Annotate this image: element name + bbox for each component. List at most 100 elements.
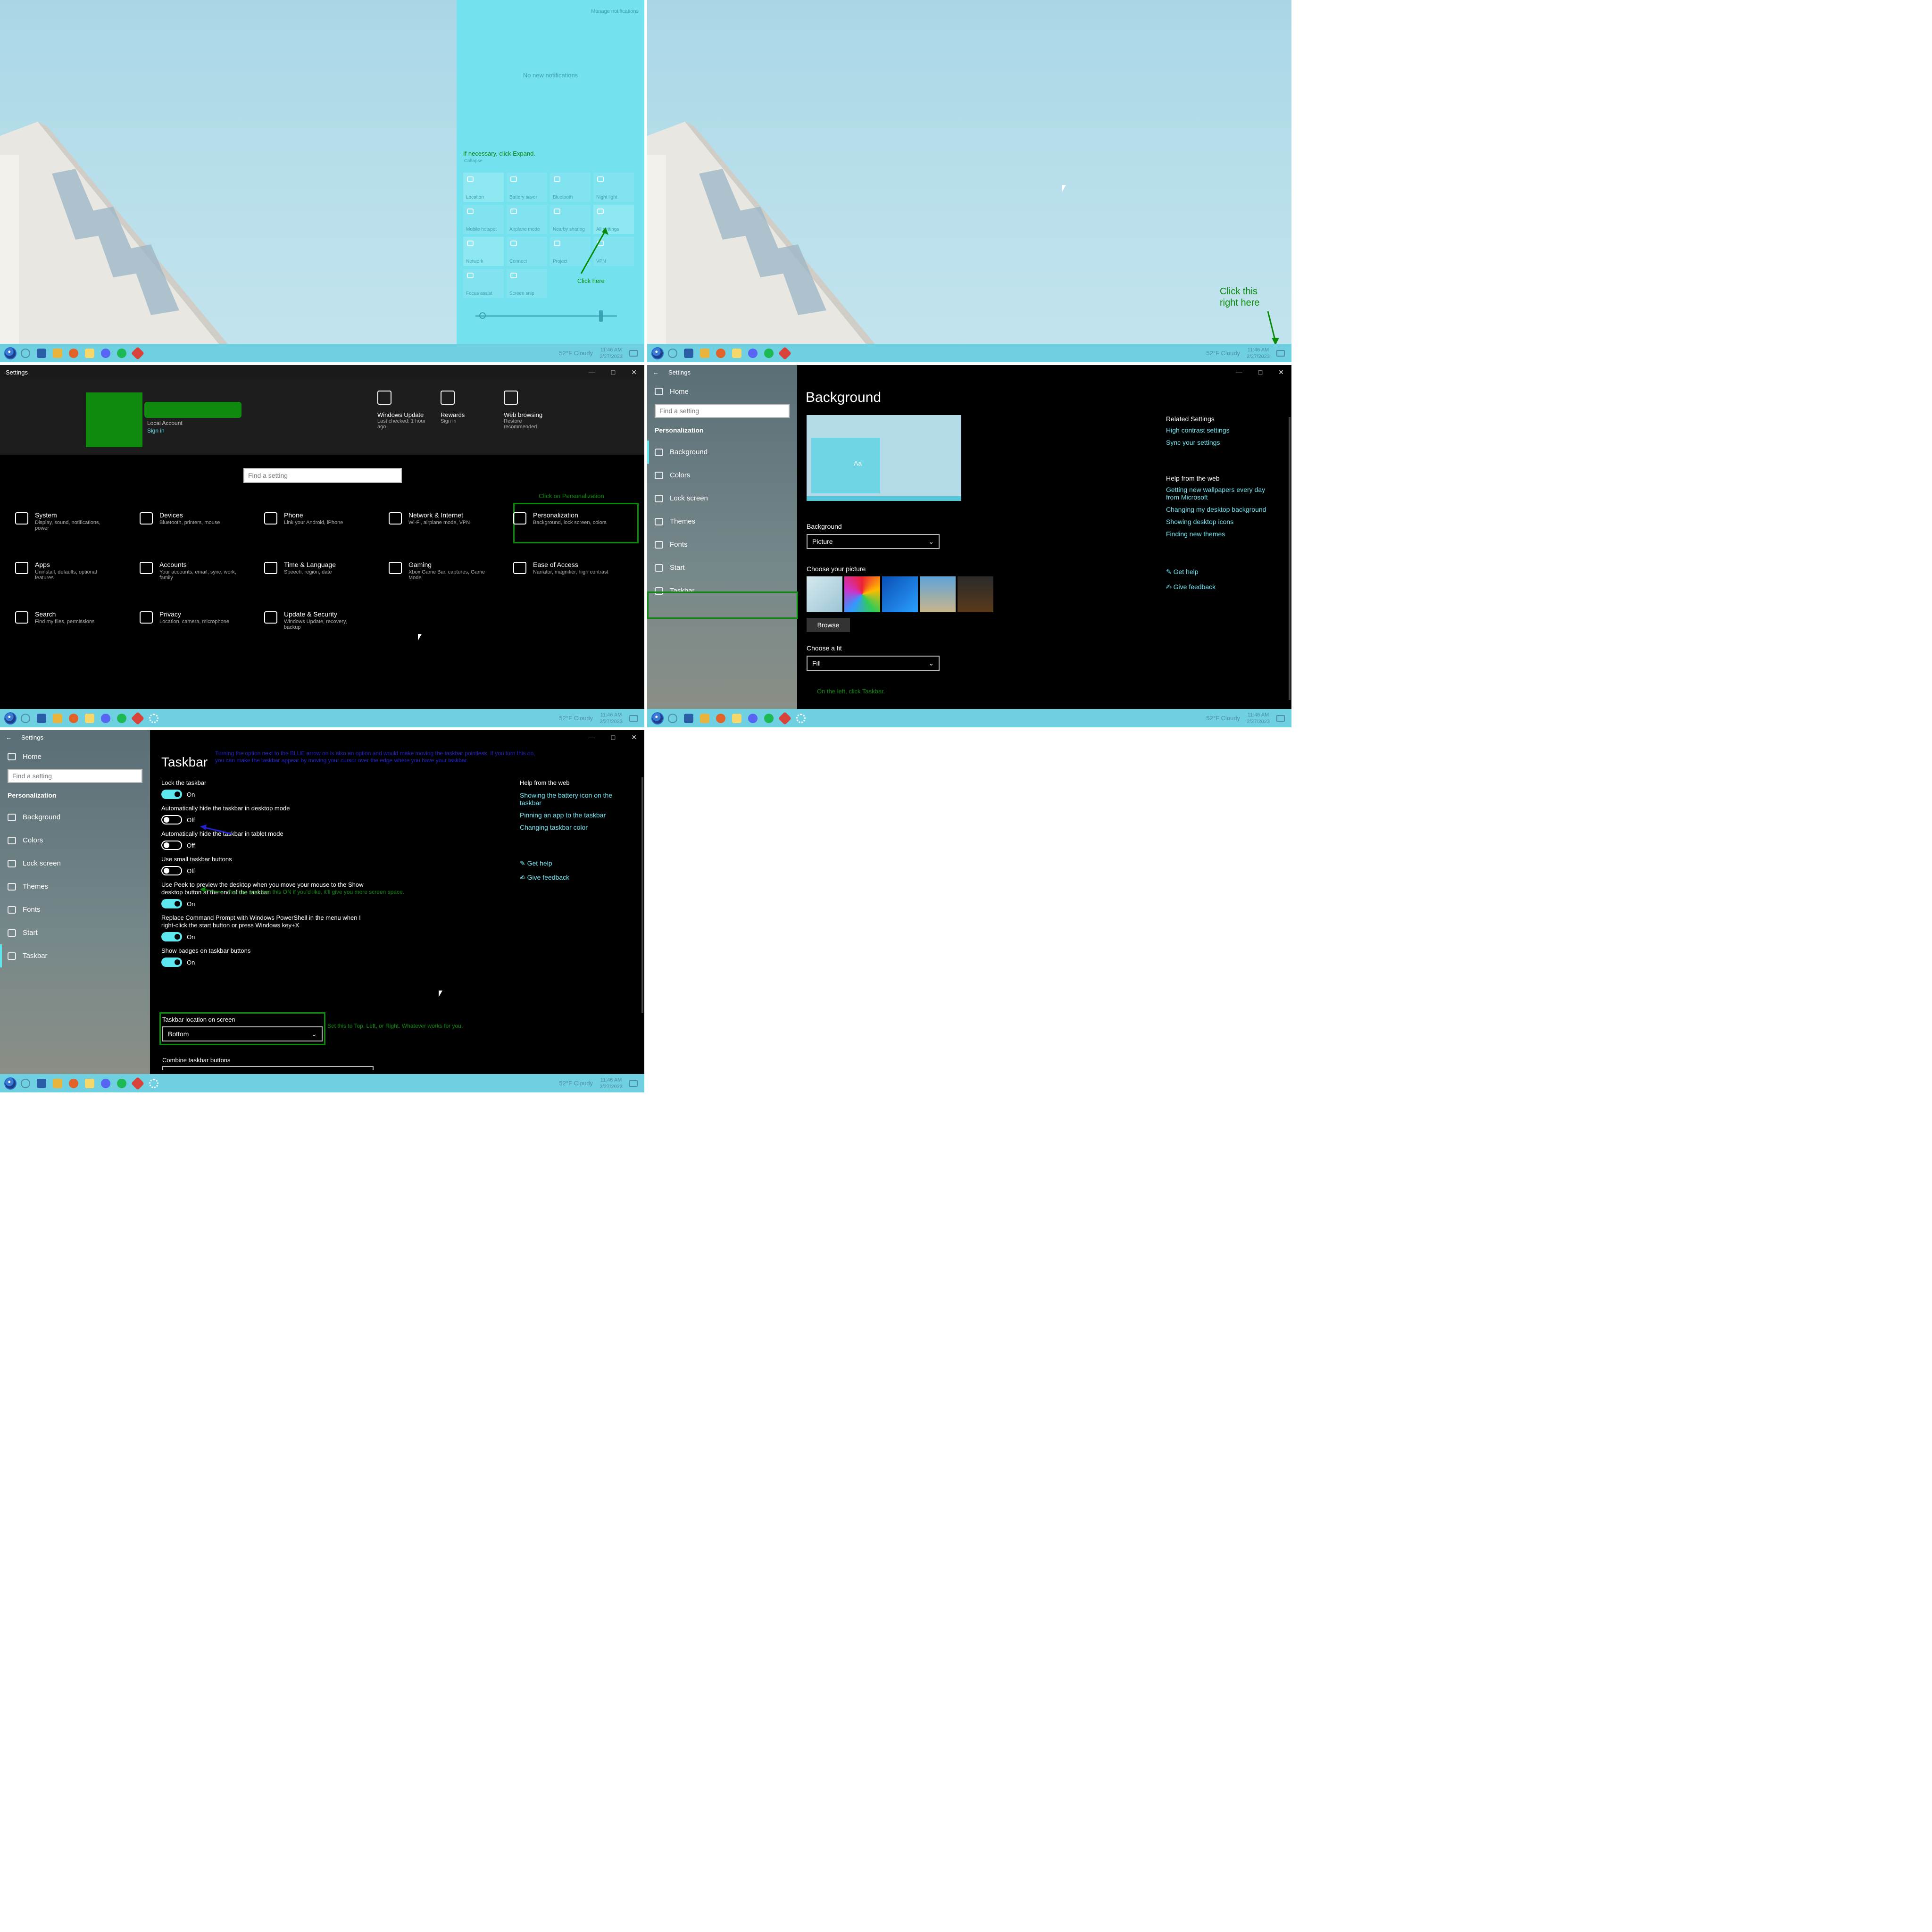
help-link[interactable]: Finding new themes bbox=[1166, 530, 1277, 538]
thumbnail-colorful[interactable] bbox=[844, 576, 880, 612]
settings-gear-icon[interactable] bbox=[149, 1078, 158, 1088]
spotify-icon[interactable] bbox=[117, 713, 126, 723]
weather-widget[interactable]: 52°F Cloudy bbox=[1206, 715, 1240, 722]
fit-dropdown[interactable]: Fill ⌄ bbox=[807, 656, 940, 671]
category-item[interactable]: Gaming Xbox Game Bar, captures, Game Mode bbox=[386, 556, 510, 606]
clock[interactable]: 11:46 AM 2/27/2023 bbox=[600, 712, 623, 725]
clock[interactable]: 11:46 AM 2/27/2023 bbox=[1247, 712, 1270, 725]
quick-action-tile[interactable]: Screen snip bbox=[507, 269, 547, 298]
search-icon[interactable] bbox=[21, 348, 30, 358]
toggle-switch[interactable] bbox=[161, 866, 182, 875]
notification-icon[interactable] bbox=[1276, 350, 1285, 357]
notepad-icon[interactable] bbox=[85, 1078, 94, 1088]
search-input[interactable]: Find a setting bbox=[655, 404, 790, 418]
toggle-switch[interactable] bbox=[161, 841, 182, 850]
search-input[interactable]: Find a setting bbox=[8, 769, 142, 783]
clock[interactable]: 11:46 AM 2/27/2023 bbox=[600, 1077, 623, 1090]
discord-icon[interactable] bbox=[101, 713, 110, 723]
close-icon[interactable]: ✕ bbox=[1278, 368, 1284, 376]
toggle-switch[interactable] bbox=[161, 899, 182, 908]
header-item[interactable]: Web browsing Restore recommended bbox=[504, 391, 560, 430]
notification-icon[interactable] bbox=[629, 350, 638, 357]
notepad-icon[interactable] bbox=[732, 713, 741, 723]
search-icon[interactable] bbox=[668, 713, 677, 723]
start-button[interactable] bbox=[0, 709, 21, 727]
category-item[interactable]: Phone Link your Android, iPhone bbox=[261, 507, 386, 556]
task-view-icon[interactable] bbox=[37, 713, 46, 723]
help-link[interactable]: Sync your settings bbox=[1166, 439, 1277, 446]
quick-action-tile[interactable]: Battery saver bbox=[507, 173, 547, 202]
discord-icon[interactable] bbox=[748, 713, 758, 723]
minimize-icon[interactable]: — bbox=[589, 733, 595, 741]
firefox-icon[interactable] bbox=[69, 1078, 78, 1088]
header-item[interactable]: Windows Update Last checked: 1 hour ago bbox=[377, 391, 434, 430]
maximize-icon[interactable]: □ bbox=[1258, 368, 1262, 376]
thumbnail-lake[interactable] bbox=[920, 576, 956, 612]
settings-gear-icon[interactable] bbox=[796, 713, 806, 723]
thumbnail-dark[interactable] bbox=[958, 576, 993, 612]
toggle-switch[interactable] bbox=[161, 932, 182, 941]
sidebar-item-colors[interactable]: Colors bbox=[0, 829, 150, 852]
close-icon[interactable]: ✕ bbox=[631, 368, 637, 376]
app-red-icon[interactable] bbox=[131, 711, 145, 725]
maximize-icon[interactable]: □ bbox=[611, 733, 615, 741]
browse-button[interactable]: Browse bbox=[807, 618, 850, 632]
app-red-icon[interactable] bbox=[778, 711, 792, 725]
category-item[interactable]: Network & Internet Wi-Fi, airplane mode, … bbox=[386, 507, 510, 556]
quick-action-tile[interactable]: Bluetooth bbox=[550, 173, 591, 202]
search-input[interactable]: Find a setting bbox=[243, 468, 402, 483]
search-icon[interactable] bbox=[21, 1078, 30, 1088]
quick-action-tile[interactable]: Connect bbox=[507, 237, 547, 266]
help-link[interactable]: Changing my desktop background bbox=[1166, 506, 1277, 513]
get-help-link[interactable]: ✎ Get help bbox=[520, 859, 552, 867]
collapse-link[interactable]: Collapse bbox=[464, 158, 483, 164]
discord-icon[interactable] bbox=[101, 1078, 110, 1088]
firefox-icon[interactable] bbox=[69, 713, 78, 723]
weather-widget[interactable]: 52°F Cloudy bbox=[559, 350, 593, 357]
weather-widget[interactable]: 52°F Cloudy bbox=[559, 715, 593, 722]
search-icon[interactable] bbox=[668, 348, 677, 358]
category-item[interactable]: Ease of Access Narrator, magnifier, high … bbox=[510, 556, 635, 606]
give-feedback-link[interactable]: ✍ Give feedback bbox=[520, 874, 569, 882]
category-item[interactable]: Accounts Your accounts, email, sync, work… bbox=[137, 556, 261, 606]
spotify-icon[interactable] bbox=[117, 1078, 126, 1088]
help-link[interactable]: Getting new wallpapers every day from Mi… bbox=[1166, 486, 1277, 501]
sidebar-item-lock-screen[interactable]: Lock screen bbox=[647, 487, 797, 510]
get-help-link[interactable]: ✎ Get help bbox=[1166, 568, 1199, 576]
file-explorer-icon[interactable] bbox=[700, 348, 709, 358]
scrollbar[interactable] bbox=[641, 777, 643, 1013]
quick-action-tile[interactable]: Focus assist bbox=[463, 269, 504, 298]
maximize-icon[interactable]: □ bbox=[611, 368, 615, 376]
category-item[interactable]: Devices Bluetooth, printers, mouse bbox=[137, 507, 261, 556]
app-red-icon[interactable] bbox=[131, 346, 145, 360]
close-icon[interactable]: ✕ bbox=[631, 733, 637, 741]
help-link[interactable]: Changing taskbar color bbox=[520, 824, 624, 831]
give-feedback-link[interactable]: ✍ Give feedback bbox=[1166, 583, 1216, 591]
quick-action-tile[interactable]: Network bbox=[463, 237, 504, 266]
task-view-icon[interactable] bbox=[37, 348, 46, 358]
weather-widget[interactable]: 52°F Cloudy bbox=[559, 1080, 593, 1087]
weather-widget[interactable]: 52°F Cloudy bbox=[1206, 350, 1240, 357]
notepad-icon[interactable] bbox=[732, 348, 741, 358]
settings-gear-icon[interactable] bbox=[149, 713, 158, 723]
category-item[interactable]: System Display, sound, notifications, pow… bbox=[12, 507, 137, 556]
manage-notifications-link[interactable]: Manage notifications bbox=[591, 8, 639, 14]
scrollbar[interactable] bbox=[1289, 417, 1291, 700]
firefox-icon[interactable] bbox=[716, 713, 725, 723]
brightness-slider[interactable] bbox=[475, 310, 617, 322]
notification-icon[interactable] bbox=[629, 1080, 638, 1087]
category-item[interactable]: Update & Security Windows Update, recover… bbox=[261, 606, 386, 655]
sidebar-home[interactable]: Home bbox=[0, 747, 150, 766]
app-red-icon[interactable] bbox=[131, 1076, 145, 1090]
sidebar-item-lock-screen[interactable]: Lock screen bbox=[0, 852, 150, 875]
help-link[interactable]: Showing desktop icons bbox=[1166, 518, 1277, 525]
sidebar-item-start[interactable]: Start bbox=[0, 921, 150, 944]
start-button[interactable] bbox=[647, 709, 668, 727]
notepad-icon[interactable] bbox=[85, 348, 94, 358]
quick-action-tile[interactable]: Mobile hotspot bbox=[463, 205, 504, 234]
back-arrow-icon[interactable]: ← bbox=[6, 734, 12, 741]
quick-action-tile[interactable]: Airplane mode bbox=[507, 205, 547, 234]
notification-icon[interactable] bbox=[1276, 715, 1285, 722]
notification-icon[interactable] bbox=[629, 715, 638, 722]
discord-icon[interactable] bbox=[101, 348, 110, 358]
